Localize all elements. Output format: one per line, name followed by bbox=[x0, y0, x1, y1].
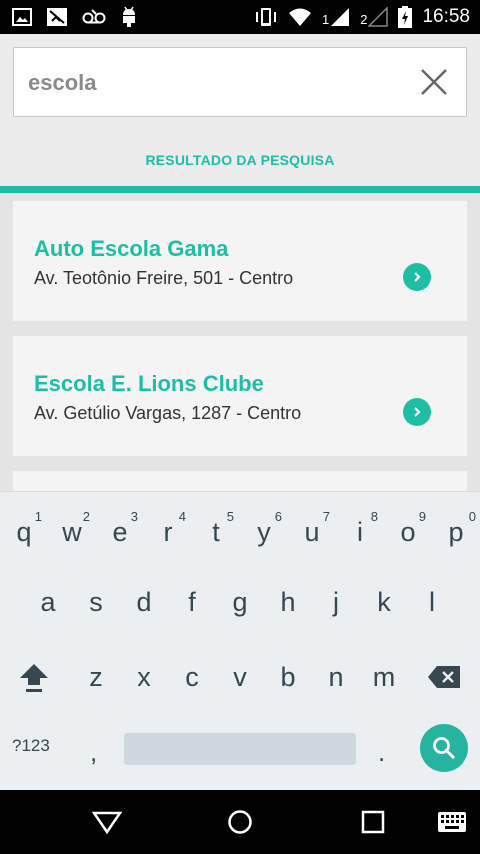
key-hint: 3 bbox=[130, 509, 138, 524]
key-n[interactable]: n bbox=[312, 647, 360, 707]
key-label: w bbox=[62, 516, 82, 547]
key-s[interactable]: s bbox=[72, 572, 120, 632]
key-o[interactable]: 9o bbox=[384, 502, 432, 562]
search-icon[interactable] bbox=[420, 724, 468, 772]
status-bar-left bbox=[12, 0, 138, 34]
result-address: Av. Teotônio Freire, 501 - Centro bbox=[34, 268, 294, 288]
shift-icon[interactable] bbox=[10, 647, 58, 707]
key-t[interactable]: 5t bbox=[192, 502, 240, 562]
key-g[interactable]: g bbox=[216, 572, 264, 632]
key-f[interactable]: f bbox=[168, 572, 216, 632]
key-u[interactable]: 7u bbox=[288, 502, 336, 562]
backspace-icon[interactable] bbox=[420, 647, 468, 707]
key-e[interactable]: 3e bbox=[96, 502, 144, 562]
result-title: Escola E. Lions Clube bbox=[34, 371, 264, 396]
key-l[interactable]: l bbox=[408, 572, 456, 632]
key-h[interactable]: h bbox=[264, 572, 312, 632]
key-d[interactable]: d bbox=[120, 572, 168, 632]
key-z[interactable]: z bbox=[72, 647, 120, 707]
back-icon[interactable] bbox=[91, 806, 123, 838]
key-hint: 6 bbox=[274, 509, 282, 524]
search-input[interactable]: escola bbox=[13, 47, 467, 117]
key-w[interactable]: 2w bbox=[48, 502, 96, 562]
battery-charging-icon bbox=[398, 6, 413, 28]
signal-sim2-icon: 2 bbox=[360, 7, 389, 27]
blocked-notification-icon bbox=[46, 7, 68, 27]
key-p[interactable]: 0p bbox=[432, 502, 480, 562]
keyboard-switch-icon[interactable] bbox=[436, 806, 468, 838]
key-label: r bbox=[163, 516, 173, 547]
status-time: 16:58 bbox=[422, 6, 470, 27]
search-header: escola RESULTADO DA PESQUISA bbox=[0, 34, 480, 186]
key-r[interactable]: 4r bbox=[144, 502, 192, 562]
results-heading: RESULTADO DA PESQUISA bbox=[145, 152, 335, 168]
android-debug-icon bbox=[120, 6, 138, 28]
key-hint: 5 bbox=[226, 509, 234, 524]
soft-keyboard: 1q 2w 3e 4r 5t 6y 7u 8i 9o 0p a s d f g … bbox=[0, 491, 480, 790]
results-list: Auto Escola Gama Av. Teotônio Freire, 50… bbox=[0, 193, 480, 491]
key-b[interactable]: b bbox=[264, 647, 312, 707]
key-label: t bbox=[212, 516, 220, 547]
symbols-key[interactable]: ?123 bbox=[12, 736, 50, 756]
key-j[interactable]: j bbox=[312, 572, 360, 632]
signal-sim1-icon: 1 bbox=[322, 7, 350, 27]
voicemail-icon bbox=[82, 9, 106, 25]
key-m[interactable]: m bbox=[360, 647, 408, 707]
image-notification-icon bbox=[12, 8, 32, 26]
sim1-label: 1 bbox=[321, 12, 330, 27]
key-y[interactable]: 6y bbox=[240, 502, 288, 562]
search-input-value: escola bbox=[28, 70, 97, 95]
comma-key[interactable]: , bbox=[90, 737, 97, 768]
key-label: p bbox=[448, 516, 464, 547]
key-hint: 7 bbox=[322, 509, 330, 524]
key-label: q bbox=[16, 516, 32, 547]
chevron-right-icon[interactable] bbox=[403, 263, 431, 291]
status-bar-right: 1 2 16:58 bbox=[254, 0, 470, 34]
key-c[interactable]: c bbox=[168, 647, 216, 707]
key-hint: 9 bbox=[418, 509, 426, 524]
chevron-right-icon[interactable] bbox=[403, 398, 431, 426]
heading-divider bbox=[0, 186, 480, 193]
status-bar: 1 2 16:58 bbox=[0, 0, 480, 34]
key-label: e bbox=[112, 516, 128, 547]
key-hint: 1 bbox=[34, 509, 42, 524]
key-label: i bbox=[357, 516, 363, 547]
key-x[interactable]: x bbox=[120, 647, 168, 707]
key-label: y bbox=[257, 516, 271, 547]
sim2-label: 2 bbox=[360, 12, 368, 27]
key-hint: 0 bbox=[468, 509, 476, 524]
recents-icon[interactable] bbox=[357, 806, 389, 838]
period-key[interactable]: . bbox=[378, 737, 385, 768]
key-label: o bbox=[400, 516, 416, 547]
key-q[interactable]: 1q bbox=[0, 502, 48, 562]
wifi-icon bbox=[288, 7, 312, 27]
result-title: Auto Escola Gama bbox=[34, 236, 229, 261]
close-icon[interactable] bbox=[418, 66, 450, 98]
key-v[interactable]: v bbox=[216, 647, 264, 707]
navigation-bar bbox=[0, 790, 480, 854]
key-hint: 8 bbox=[370, 509, 378, 524]
home-icon[interactable] bbox=[224, 806, 256, 838]
result-address: Av. Getúlio Vargas, 1287 - Centro bbox=[34, 403, 302, 423]
result-card[interactable] bbox=[13, 471, 467, 491]
vibrate-icon bbox=[254, 7, 278, 27]
key-hint: 4 bbox=[178, 509, 186, 524]
key-a[interactable]: a bbox=[24, 572, 72, 632]
key-hint: 2 bbox=[82, 509, 90, 524]
result-card[interactable]: Auto Escola Gama Av. Teotônio Freire, 50… bbox=[13, 201, 467, 321]
key-i[interactable]: 8i bbox=[336, 502, 384, 562]
result-card[interactable]: Escola E. Lions Clube Av. Getúlio Vargas… bbox=[13, 336, 467, 456]
key-k[interactable]: k bbox=[360, 572, 408, 632]
space-key[interactable] bbox=[124, 733, 356, 765]
key-label: u bbox=[304, 516, 320, 547]
